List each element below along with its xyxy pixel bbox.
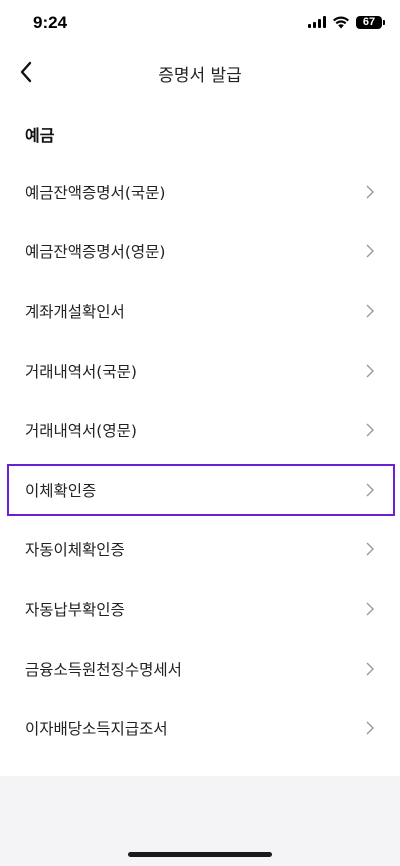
home-indicator[interactable] bbox=[128, 852, 272, 857]
chevron-right-icon bbox=[366, 662, 374, 676]
wifi-icon bbox=[333, 16, 349, 29]
battery-icon: 67 bbox=[356, 15, 385, 29]
list-item[interactable]: 예금잔액증명서(국문) bbox=[0, 162, 400, 222]
list-item[interactable]: 자동납부확인증 bbox=[0, 579, 400, 639]
list-item-label: 거래내역서(영문) bbox=[25, 422, 137, 441]
list-item-label: 이체확인증 bbox=[25, 481, 97, 500]
status-icons: 67 bbox=[308, 15, 385, 29]
list-item-label: 자동납부확인증 bbox=[25, 600, 125, 619]
certificate-list: 예금잔액증명서(국문) 예금잔액증명서(영문) 계좌개설확인서 거래내역서(국문… bbox=[0, 162, 400, 758]
chevron-right-icon bbox=[366, 542, 374, 556]
status-time: 9:24 bbox=[33, 13, 68, 32]
list-item[interactable]: 예금잔액증명서(영문) bbox=[0, 222, 400, 282]
list-item[interactable]: 이자배당소득지급조서 bbox=[0, 698, 400, 758]
section-title: 예금 bbox=[25, 126, 55, 145]
chevron-right-icon bbox=[366, 364, 374, 378]
chevron-right-icon bbox=[366, 304, 374, 318]
list-item[interactable]: 금융소득원천징수명세서 bbox=[0, 639, 400, 699]
list-item-label: 자동이체확인증 bbox=[25, 541, 125, 560]
list-item[interactable]: 거래내역서(국문) bbox=[0, 341, 400, 401]
page-title: 증명서 발급 bbox=[158, 66, 242, 86]
chevron-right-icon bbox=[366, 244, 374, 258]
chevron-right-icon bbox=[366, 721, 374, 735]
list-item-label: 예금잔액증명서(국문) bbox=[25, 183, 166, 202]
battery-level: 67 bbox=[362, 15, 376, 28]
list-item-label: 계좌개설확인서 bbox=[25, 302, 125, 321]
chevron-right-icon bbox=[366, 602, 374, 616]
header: 증명서 발급 bbox=[0, 48, 400, 96]
list-item-label: 거래내역서(국문) bbox=[25, 362, 137, 381]
list-item[interactable]: 자동이체확인증 bbox=[0, 520, 400, 580]
chevron-right-icon bbox=[366, 423, 374, 437]
list-item-label: 이자배당소득지급조서 bbox=[25, 720, 168, 739]
chevron-right-icon bbox=[366, 185, 374, 199]
list-item[interactable]: 계좌개설확인서 bbox=[0, 281, 400, 341]
chevron-right-icon bbox=[366, 483, 374, 497]
list-item-label: 금융소득원천징수명세서 bbox=[25, 660, 182, 679]
list-item[interactable]: 거래내역서(영문) bbox=[0, 400, 400, 460]
list-item-label: 예금잔액증명서(영문) bbox=[25, 243, 166, 262]
screen: 9:24 67 증명서 발급 예금 예금잔액증명서(국문) 예금잔액증명서(영문… bbox=[0, 0, 400, 866]
cellular-signal-icon bbox=[308, 16, 326, 28]
status-bar: 9:24 67 bbox=[0, 0, 400, 48]
list-item-highlighted[interactable]: 이체확인증 bbox=[0, 460, 400, 520]
